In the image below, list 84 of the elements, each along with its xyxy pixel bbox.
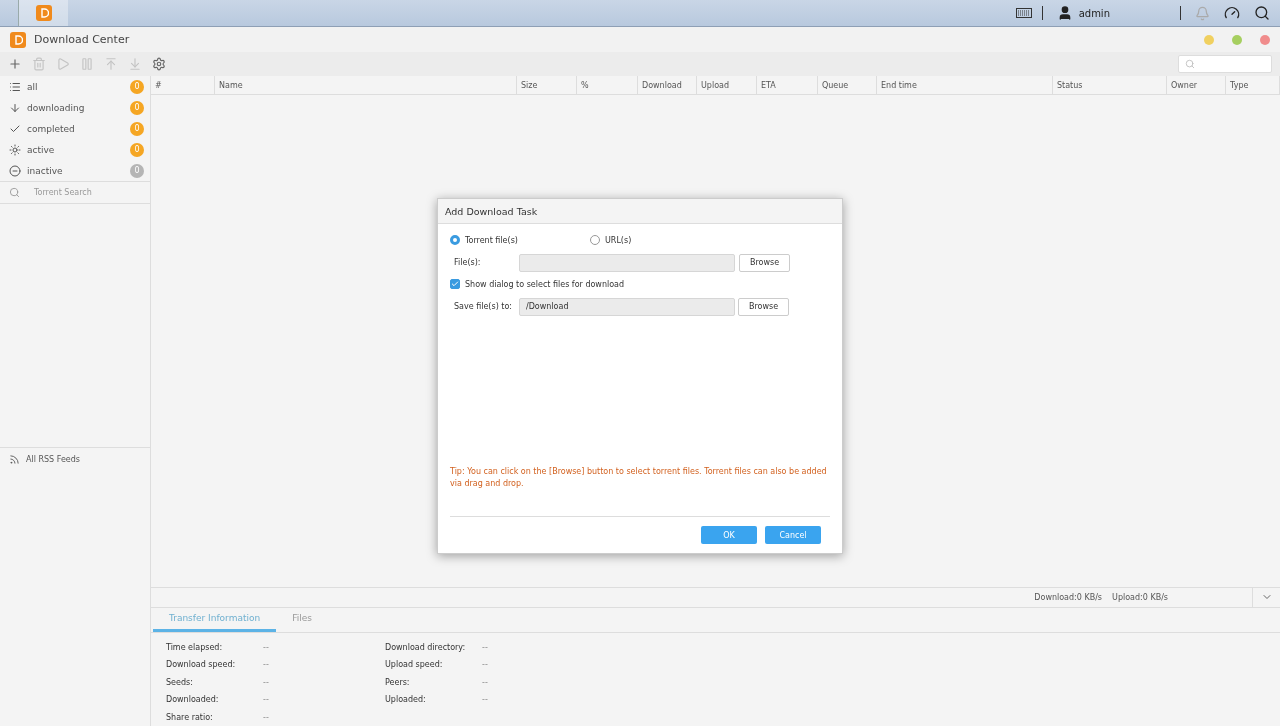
field-label: Save file(s) to: (453, 302, 514, 311)
keyboard-icon[interactable] (1015, 8, 1032, 18)
notification-icon[interactable] (1195, 5, 1210, 21)
maximize-button[interactable] (1232, 34, 1242, 45)
sidebar-item[interactable]: inactive 0 (0, 160, 150, 181)
info-label: Upload speed: (385, 660, 444, 670)
info-value: -- (482, 660, 488, 670)
column-header[interactable]: End time (877, 76, 1053, 94)
radio-label: Torrent file(s) (465, 235, 518, 245)
info-value: -- (482, 677, 488, 687)
taskbar-app-button[interactable] (18, 0, 68, 26)
save-path-field[interactable]: /Download (519, 297, 735, 316)
column-header[interactable]: % (577, 76, 638, 94)
dialog-title: Add Download Task (438, 199, 842, 224)
info-label: Download speed: (166, 660, 237, 670)
radio-button[interactable] (450, 235, 460, 245)
info-value: -- (482, 695, 488, 705)
browse-button[interactable]: Browse (738, 297, 790, 316)
search-field[interactable] (1178, 55, 1272, 73)
info-value: -- (263, 712, 269, 722)
search-icon (9, 187, 20, 198)
app-logo-icon (35, 5, 52, 21)
column-header[interactable]: Type (1226, 76, 1280, 94)
column-header[interactable]: Download (638, 76, 697, 94)
info-value: -- (263, 677, 269, 687)
settings-icon[interactable] (152, 57, 166, 71)
column-header[interactable]: Status (1053, 76, 1167, 94)
upload-speed-text: Upload:0 KB/s (1112, 592, 1168, 602)
arrow-down-icon (9, 101, 21, 114)
info-value: -- (263, 695, 269, 705)
search-icon[interactable] (1254, 5, 1270, 21)
info-label: Uploaded: (385, 695, 427, 705)
count-badge: 0 (130, 79, 144, 94)
info-value: -- (263, 642, 269, 652)
info-label: Time elapsed: (166, 642, 224, 652)
count-badge: 0 (130, 121, 144, 136)
add-icon[interactable] (8, 57, 22, 71)
download-speed-text: Download:0 KB/s (1034, 592, 1103, 602)
filter-label: active (27, 144, 56, 155)
filter-label: all (27, 81, 39, 92)
info-label: Peers: (385, 677, 411, 687)
info-label: Share ratio: (166, 712, 214, 722)
sidebar-item[interactable]: completed 0 (0, 118, 150, 139)
info-label: Download directory: (385, 642, 467, 652)
info-label: Downloaded: (166, 695, 220, 705)
minus-circle-icon (9, 164, 21, 177)
count-badge: 0 (130, 100, 144, 115)
info-value: -- (482, 642, 488, 652)
sidebar-item[interactable]: downloading 0 (0, 97, 150, 118)
user-name[interactable]: admin (1078, 7, 1110, 19)
column-header[interactable]: Size (517, 76, 577, 94)
sun-icon (9, 143, 21, 156)
tip-text: Tip: You can click on the [Browse] button to select torrent files. Torrent files can also be added via drag and drop. (450, 466, 830, 517)
filter-label: completed (27, 123, 76, 134)
browse-button[interactable]: Browse (739, 253, 791, 272)
radio-label: URL(s) (605, 235, 632, 245)
sidebar-item[interactable]: all 0 (0, 76, 150, 97)
info-label: Seeds: (166, 677, 194, 687)
filter-label: downloading (27, 102, 86, 113)
sidebar-item[interactable]: active 0 (0, 139, 150, 160)
filter-label: inactive (27, 165, 64, 176)
search-icon (1185, 59, 1195, 69)
window-title: Download Center (34, 33, 130, 46)
app-logo-icon (10, 31, 26, 48)
info-value: -- (263, 660, 269, 670)
rss-feeds-item[interactable]: All RSS Feeds (0, 448, 150, 471)
column-header[interactable]: Name (215, 76, 517, 94)
column-header[interactable]: Queue (818, 76, 877, 94)
checkbox-label: Show dialog to select files for download (465, 279, 625, 289)
files-input-field[interactable] (519, 253, 735, 272)
count-badge: 0 (130, 163, 144, 178)
column-header[interactable]: Upload (697, 76, 757, 94)
radio-button[interactable] (590, 235, 600, 245)
checkbox[interactable] (450, 279, 460, 289)
close-button[interactable] (1260, 34, 1270, 45)
gauge-icon[interactable] (1224, 5, 1240, 21)
column-header[interactable]: Owner (1167, 76, 1226, 94)
rss-icon (9, 453, 20, 465)
column-header[interactable]: # (151, 76, 215, 94)
column-header[interactable]: ETA (757, 76, 818, 94)
minimize-button[interactable] (1204, 34, 1214, 45)
count-badge: 0 (130, 142, 144, 157)
field-label: File(s): (453, 258, 482, 267)
list-icon (9, 80, 21, 93)
